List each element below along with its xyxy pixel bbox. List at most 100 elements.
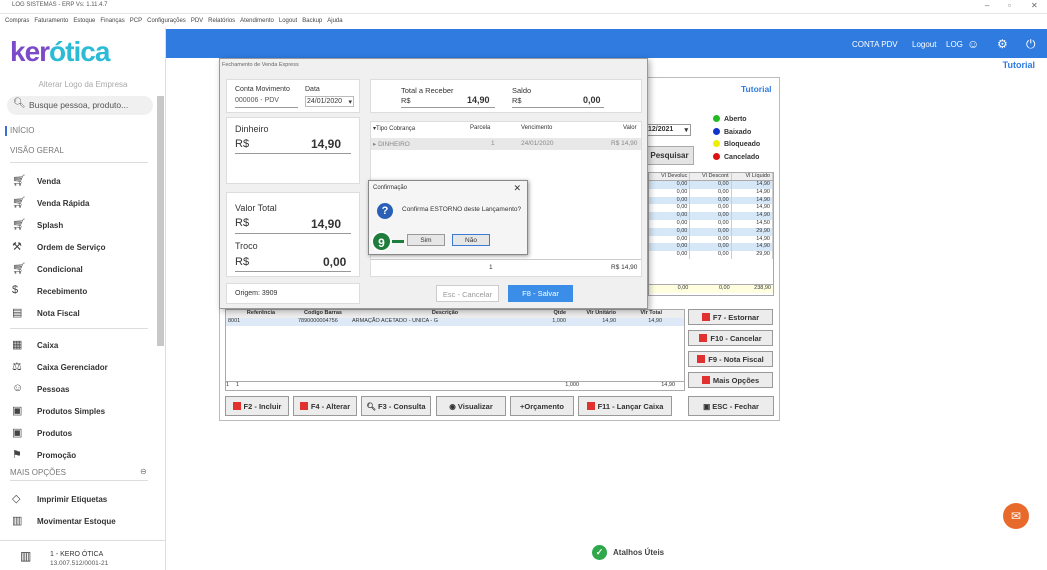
add-icon: [232, 402, 241, 410]
maximize-icon[interactable]: ▫: [1008, 1, 1011, 10]
cancelar-venda-button[interactable]: F10 - Cancelar: [688, 330, 773, 346]
gear-icon[interactable]: ⚙: [997, 37, 1008, 51]
menu-pcp[interactable]: PCP: [130, 18, 142, 24]
chat-icon[interactable]: ✉: [1003, 503, 1029, 529]
store-info: ▥ 1 - KERO ÓTICA 13.007.512/0001-21: [0, 540, 166, 570]
grid-header-tipo: ▾Tipo Cobrança: [373, 126, 416, 132]
table-row[interactable]: ▸ DINHEIRO 1 24/01/2020 R$ 14,90: [371, 138, 641, 150]
sidebar-item-pessoas[interactable]: ☺ Pessoas: [12, 382, 152, 400]
grid-footer-count: 1: [489, 264, 493, 271]
sidebar-item-venda-rapida[interactable]: 🛒︎ Venda Rápida: [12, 196, 152, 214]
table-row[interactable]: 0,00 0,00 14,90: [649, 188, 773, 197]
register-icon: ▦: [12, 339, 23, 351]
sidebar-item-condicional[interactable]: 🛒︎ Condicional: [12, 262, 152, 280]
sidebar-item-nota-fiscal[interactable]: ▤ Nota Fiscal: [12, 306, 152, 324]
minimize-icon[interactable]: –: [985, 1, 989, 10]
wrench-icon: ⚒: [12, 241, 22, 253]
menu-logout[interactable]: Logout: [279, 18, 297, 24]
sim-button[interactable]: Sim: [407, 234, 445, 246]
logout-link[interactable]: Logout: [912, 40, 936, 49]
nota-fiscal-button[interactable]: F9 - Nota Fiscal: [688, 351, 773, 367]
user-name[interactable]: LOG: [946, 40, 963, 49]
total-receber-label: Total a Receber: [401, 86, 454, 95]
table-row[interactable]: 0,00 0,00 14,90: [649, 204, 773, 213]
menu-relatorios[interactable]: Relatórios: [208, 18, 235, 24]
conta-field[interactable]: 000006 - PDV: [235, 97, 279, 104]
menu-atendimento[interactable]: Atendimento: [240, 18, 274, 24]
sidebar-item-ordem-servico[interactable]: ⚒ Ordem de Serviço: [12, 240, 152, 258]
search-input[interactable]: 🔍︎ Busque pessoa, produto...: [7, 96, 153, 115]
sidebar-item-movimentar-estoque[interactable]: ▥ Movimentar Estoque: [12, 514, 152, 532]
table-row[interactable]: 0,00 0,00 14,90: [649, 243, 773, 252]
menu-configuracoes[interactable]: Configurações: [147, 18, 186, 24]
power-icon[interactable]: ⏻: [1026, 37, 1036, 52]
date-filter-field[interactable]: 12/2021 ▾: [645, 124, 691, 136]
table-row[interactable]: 0,00 0,00 14,90: [649, 196, 773, 205]
items-grid[interactable]: Referência Codigo Barras Descrição Qtde …: [225, 309, 685, 391]
menu-ajuda[interactable]: Ajuda: [327, 18, 342, 24]
active-indicator: [5, 126, 7, 136]
pesquisar-button[interactable]: Pesquisar: [645, 146, 694, 165]
table-row[interactable]: 0,00 0,00 14,90: [649, 212, 773, 220]
table-row[interactable]: 0,00 0,00 14,90: [649, 235, 773, 244]
table-row[interactable]: 0,00 0,00 29,90: [649, 251, 773, 259]
chevron-down-icon: ▾: [684, 127, 688, 134]
sidebar-item-produtos-simples[interactable]: ▣ Produtos Simples: [12, 404, 152, 422]
sidebar-item-produtos[interactable]: ▣ Produtos: [12, 426, 152, 444]
sales-grid[interactable]: Vl Devoluc Vl Descont Vl Líquido 0,00 0,00 1…: [648, 172, 774, 296]
sidebar-item-imprimir-etiquetas[interactable]: ◇ Imprimir Etiquetas: [12, 492, 152, 510]
cart-icon: 🛒︎: [12, 263, 26, 275]
orcamento-button[interactable]: +Orçamento: [510, 396, 574, 416]
nao-button[interactable]: Não: [452, 234, 490, 246]
alterar-button[interactable]: F4 - Alterar: [293, 396, 357, 416]
section-mais-opcoes[interactable]: MAIS OPÇÕES: [10, 468, 66, 477]
estornar-button[interactable]: F7 - Estornar: [688, 309, 773, 325]
fechar-button[interactable]: ▣ ESC - Fechar: [688, 396, 774, 416]
chevron-down-icon[interactable]: ⊖: [140, 467, 147, 476]
alter-logo-link[interactable]: Alterar Logo da Empresa: [0, 80, 166, 89]
esc-cancelar-button[interactable]: Esc - Cancelar: [436, 285, 499, 302]
menu-faturamento[interactable]: Faturamento: [34, 18, 68, 24]
visualizar-button[interactable]: ◉ Visualizar: [436, 396, 506, 416]
sidebar-item-splash[interactable]: 🛒︎ Splash: [12, 218, 152, 236]
f8-salvar-button[interactable]: F8 - Salvar: [508, 285, 573, 302]
close-icon[interactable]: ✕: [513, 183, 521, 194]
atalhos-uteis-link[interactable]: ✓ Atalhos Úteis: [592, 545, 664, 560]
table-row[interactable]: 0,00 0,00 14,50: [649, 219, 773, 228]
sidebar-scrollbar[interactable]: [157, 96, 164, 346]
dinheiro-field[interactable]: 14,90: [311, 137, 341, 151]
tutorial-link[interactable]: Tutorial: [1003, 60, 1035, 70]
mais-opcoes-button[interactable]: Mais Opções: [688, 372, 773, 388]
table-row[interactable]: 0,00 0,00 14,90: [649, 181, 773, 189]
sidebar-item-caixa[interactable]: ▦ Caixa: [12, 338, 152, 356]
confirm-dialog: Confirmação ✕ ? Confirma ESTORNO deste L…: [368, 180, 528, 255]
sidebar-item-venda[interactable]: 🛒︎ Venda: [12, 174, 152, 192]
menu-estoque[interactable]: Estoque: [73, 18, 95, 24]
close-icon[interactable]: ✕: [1031, 1, 1038, 10]
menu-financas[interactable]: Finanças: [100, 18, 124, 24]
cancel-icon: [699, 334, 708, 342]
menu-bar: Compras Faturamento Estoque Finanças PCP Conf…: [0, 14, 1047, 27]
sidebar-item-recebimento[interactable]: $ Recebimento: [12, 284, 152, 302]
sidebar: kerótica Alterar Logo da Empresa 🔍︎ Busqu…: [0, 28, 166, 570]
status-legend: Aberto Baixado Bloqueado Cancelado: [713, 114, 760, 164]
menu-backup[interactable]: Backup: [302, 18, 322, 24]
table-row[interactable]: 8001 7890000004756 ARMAÇÃO ACETADO - UNI…: [226, 318, 684, 326]
lancar-caixa-button[interactable]: F11 - Lançar Caixa: [578, 396, 672, 416]
menu-pdv[interactable]: PDV: [191, 18, 203, 24]
sidebar-item-caixa-gerenciador[interactable]: ⚖ Caixa Gerenciador: [12, 360, 152, 378]
tutorial-form-link[interactable]: Tutorial: [741, 84, 772, 94]
origem-label: Origem: 3909: [235, 290, 278, 297]
consulta-button[interactable]: 🔍︎ F3 - Consulta: [361, 396, 431, 416]
user-icon[interactable]: ☺: [967, 37, 979, 51]
sidebar-item-promocao[interactable]: ⚑ Promoção: [12, 448, 152, 466]
table-row[interactable]: 0,00 0,00 29,90: [649, 227, 773, 236]
confirm-message: Confirma ESTORNO deste Lançamento?: [402, 206, 522, 213]
incluir-button[interactable]: F2 - Incluir: [225, 396, 289, 416]
menu-compras[interactable]: Compras: [5, 18, 29, 24]
items-footer: 1 1 1,000 14,90: [226, 381, 684, 390]
nav-inicio[interactable]: INÍCIO: [10, 126, 34, 135]
conta-pdv-link[interactable]: CONTA PDV: [852, 40, 898, 49]
data-field[interactable]: 24/01/2020 ▾: [305, 96, 354, 107]
step-pointer: [390, 240, 404, 243]
